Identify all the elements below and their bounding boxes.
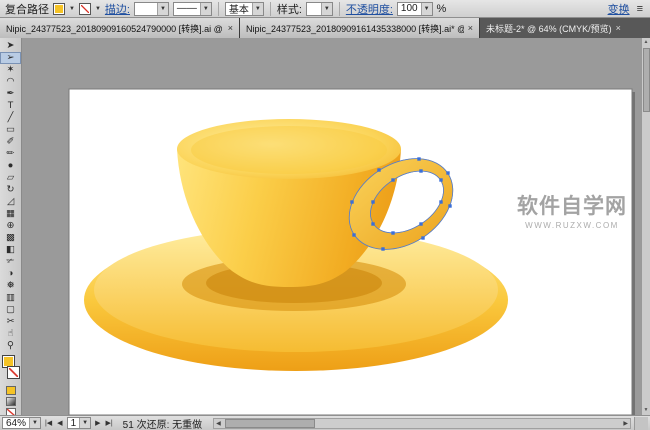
mesh-tool[interactable]: ▩ (0, 232, 21, 244)
stroke-link[interactable]: 描边: (105, 1, 130, 17)
chevron-down-icon[interactable]: ▼ (157, 3, 168, 15)
chevron-down-icon[interactable]: ▼ (252, 3, 263, 15)
zoom-level-select[interactable]: 64% ▼ (2, 417, 41, 429)
zoom-value: 64% (3, 418, 29, 429)
opacity-select[interactable]: 100 ▼ (397, 2, 433, 16)
symbol-sprayer-tool[interactable]: ❅ (0, 280, 21, 292)
close-icon[interactable]: × (468, 23, 473, 33)
color-mode-buttons (0, 386, 21, 415)
eyedropper-tool[interactable]: ✃ (0, 256, 21, 268)
brush-definition-select[interactable]: 基本 ▼ (225, 2, 264, 16)
canvas[interactable] (22, 38, 641, 415)
document-tab-bar: Nipic_24377523_20180909160524790000 [转换]… (0, 18, 650, 38)
chevron-down-icon[interactable]: ▼ (200, 3, 211, 15)
control-bar: 复合路径 ▼ ▼ 描边: ▼ —— ▼ 基本 ▼ 样式: ▼ 不透明度: 100… (0, 0, 650, 18)
magic-wand-tool[interactable]: ✶ (0, 64, 21, 76)
transform-link[interactable]: 变换 (608, 1, 630, 17)
brush-definition-value: 基本 (226, 1, 252, 16)
chevron-down-icon[interactable]: ▼ (321, 3, 332, 15)
horizontal-scrollbar-thumb[interactable] (225, 419, 315, 428)
scroll-right-icon[interactable]: ▶ (621, 420, 630, 427)
artboard-tool[interactable]: ▢ (0, 304, 21, 316)
fill-color-swatch[interactable] (53, 3, 65, 15)
tab-label: 未标题-2* @ 64% (CMYK/预览) (486, 22, 612, 35)
chevron-down-icon[interactable]: ▼ (29, 418, 40, 428)
panel-menu-icon[interactable]: ≡ (637, 3, 643, 15)
slice-tool[interactable]: ✂ (0, 316, 21, 328)
style-select[interactable]: ▼ (306, 2, 333, 16)
tab-label: Nipic_24377523_20180909160524790000 [转换]… (6, 22, 224, 35)
document-tab-2[interactable]: Nipic_24377523_20180909161435338000 [转换]… (240, 18, 480, 38)
vertical-scrollbar-thumb[interactable] (643, 48, 650, 112)
width-profile-select[interactable]: —— ▼ (173, 2, 212, 16)
tab-label: Nipic_24377523_20180909161435338000 [转换]… (246, 22, 464, 35)
divider (339, 2, 340, 16)
selection-type-label: 复合路径 (5, 1, 49, 17)
divider (218, 2, 219, 16)
width-profile-value: —— (174, 3, 200, 14)
free-transform-tool[interactable]: ▦ (0, 208, 21, 220)
lasso-tool[interactable]: ◠ (0, 76, 21, 88)
divider (270, 2, 271, 16)
color-button[interactable] (6, 386, 16, 395)
chevron-down-icon[interactable]: ▼ (79, 418, 90, 428)
scroll-down-icon[interactable]: ▼ (644, 406, 649, 415)
rotate-tool[interactable]: ↻ (0, 184, 21, 196)
document-tab-active[interactable]: 未标题-2* @ 64% (CMYK/预览) × (480, 18, 650, 38)
close-icon[interactable]: × (228, 23, 233, 33)
status-text: 51 次还原: 无重做 (123, 416, 202, 430)
opacity-link[interactable]: 不透明度: (346, 1, 393, 17)
opacity-value: 100 (398, 3, 421, 14)
resize-grip (634, 417, 648, 430)
illustrator-window: 复合路径 ▼ ▼ 描边: ▼ —— ▼ 基本 ▼ 样式: ▼ 不透明度: 100… (0, 0, 650, 430)
opacity-unit-label: % (437, 3, 447, 15)
next-artboard-button[interactable]: ▶ (94, 419, 101, 427)
scroll-left-icon[interactable]: ◀ (214, 420, 223, 427)
scale-tool[interactable]: ◿ (0, 196, 21, 208)
first-artboard-button[interactable]: |◀ (44, 419, 53, 427)
pencil-tool[interactable]: ✏ (0, 148, 21, 160)
stroke-color-swatch[interactable] (79, 3, 91, 15)
hand-tool[interactable]: ☝ (0, 328, 21, 340)
eraser-tool[interactable]: ▱ (0, 172, 21, 184)
last-artboard-button[interactable]: ▶| (104, 419, 113, 427)
close-icon[interactable]: × (616, 23, 621, 33)
horizontal-scrollbar[interactable]: ◀ ▶ (213, 418, 631, 429)
rectangle-tool[interactable]: ▭ (0, 124, 21, 136)
style-label: 样式: (277, 1, 302, 17)
artboard-number: 1 (68, 418, 80, 429)
stroke-weight-select[interactable]: ▼ (134, 2, 169, 16)
pen-tool[interactable]: ✒ (0, 88, 21, 100)
chevron-down-icon[interactable]: ▼ (421, 3, 432, 15)
type-tool[interactable]: T (0, 100, 21, 112)
selection-tool[interactable]: ➤ (0, 40, 21, 52)
status-bar: 64% ▼ |◀ ◀ 1 ▼ ▶ ▶| 51 次还原: 无重做 ◀ ▶ (0, 415, 650, 430)
blend-tool[interactable]: ◑ (0, 268, 21, 280)
prev-artboard-button[interactable]: ◀ (56, 419, 63, 427)
vertical-scrollbar[interactable]: ▲ ▼ (641, 38, 650, 415)
chevron-down-icon[interactable]: ▼ (69, 6, 75, 12)
shape-builder-tool[interactable]: ⊕ (0, 220, 21, 232)
chevron-down-icon[interactable]: ▼ (95, 6, 101, 12)
scroll-up-icon[interactable]: ▲ (644, 38, 649, 47)
artboard-number-select[interactable]: 1 ▼ (67, 417, 92, 429)
gradient-tool[interactable]: ◧ (0, 244, 21, 256)
zoom-tool[interactable]: ⚲ (0, 340, 21, 352)
line-segment-tool[interactable]: ╱ (0, 112, 21, 124)
column-graph-tool[interactable]: ▥ (0, 292, 21, 304)
blob-brush-tool[interactable]: ● (0, 160, 21, 172)
toolbar-tools: ➤➢✶◠✒T╱▭✐✏●▱↻◿▦⊕▩◧✃◑❅▥▢✂☝⚲ (0, 40, 21, 352)
paintbrush-tool[interactable]: ✐ (0, 136, 21, 148)
gradient-button[interactable] (6, 397, 16, 406)
cup-interior-shape[interactable] (191, 126, 387, 174)
fill-stroke-swatches (0, 354, 21, 382)
tools-panel: ➤➢✶◠✒T╱▭✐✏●▱↻◿▦⊕▩◧✃◑❅▥▢✂☝⚲ (0, 38, 22, 415)
toolbar-stroke-swatch[interactable] (7, 366, 20, 379)
document-tab-1[interactable]: Nipic_24377523_20180909160524790000 [转换]… (0, 18, 240, 38)
direct-selection-tool[interactable]: ➢ (0, 52, 21, 64)
none-button[interactable] (6, 408, 16, 415)
